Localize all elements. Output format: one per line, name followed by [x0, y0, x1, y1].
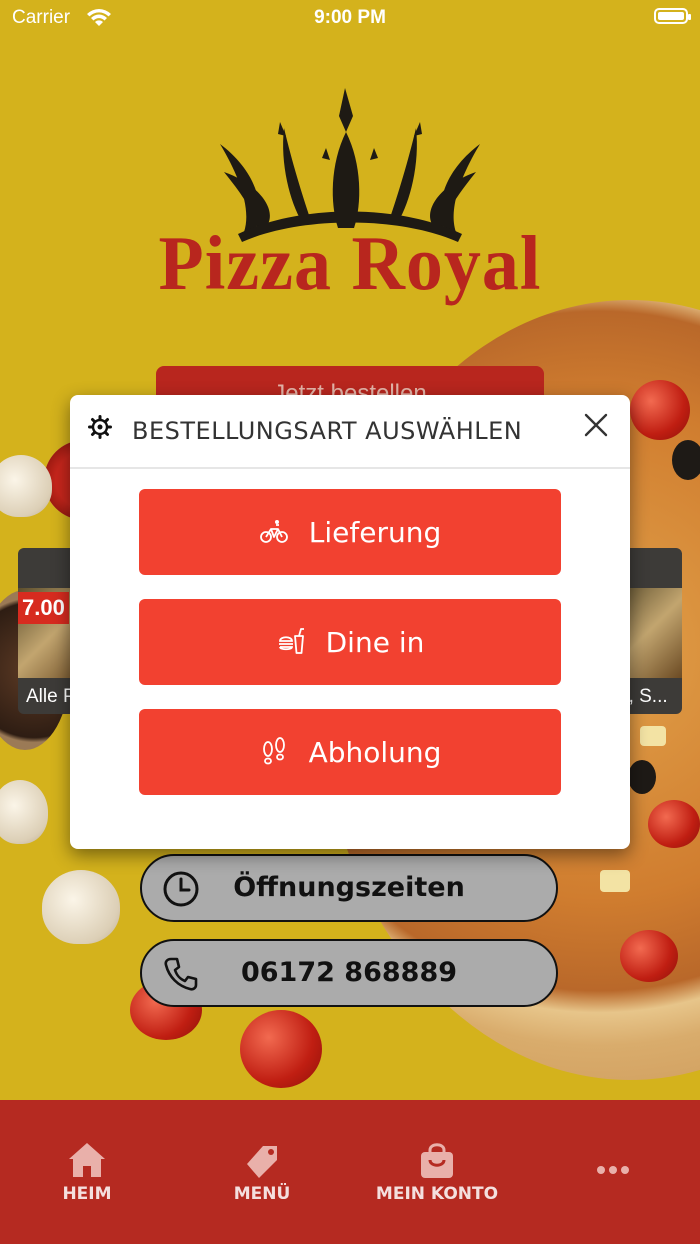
pickup-label: Abholung — [308, 735, 442, 769]
more-icon — [597, 1166, 629, 1174]
battery-icon — [654, 8, 691, 24]
status-bar: Carrier 9:00 PM — [0, 0, 700, 36]
dialog-header: BESTELLUNGSART AUSWÄHLEN — [70, 395, 630, 469]
tab-home[interactable]: HEIM — [17, 1140, 157, 1204]
bottom-tab-bar: HEIM MENÜ MEIN KONTO — [0, 1100, 700, 1244]
tab-menu[interactable]: MENÜ — [192, 1140, 332, 1204]
footsteps-icon — [262, 737, 285, 765]
dine-in-button[interactable]: Dine in — [139, 599, 561, 685]
opening-hours-button[interactable]: Öffnungszeiten — [140, 854, 558, 922]
dialog-title: BESTELLUNGSART AUSWÄHLEN — [132, 417, 523, 445]
tab-menu-label: MENÜ — [233, 1184, 291, 1204]
phone-button[interactable]: 06172 868889 — [140, 939, 558, 1007]
brand-name: Pizza Royal — [158, 220, 542, 308]
order-type-dialog: BESTELLUNGSART AUSWÄHLEN Lieferung Dine … — [70, 395, 630, 849]
close-icon[interactable] — [584, 413, 608, 437]
pickup-button[interactable]: Abholung — [139, 709, 561, 795]
gear-icon — [88, 415, 112, 439]
tab-my-account-label: MEIN KONTO — [375, 1184, 499, 1204]
burger-drink-icon — [278, 628, 304, 654]
dine-in-label: Dine in — [325, 625, 425, 659]
tab-home-label: HEIM — [62, 1184, 112, 1204]
home-icon — [69, 1143, 105, 1177]
phone-number: 06172 868889 — [240, 957, 458, 988]
tab-my-account[interactable]: MEIN KONTO — [367, 1140, 507, 1204]
clock: 9:00 PM — [314, 7, 386, 28]
opening-hours-label: Öffnungszeiten — [233, 872, 465, 903]
bicycle-icon — [259, 520, 288, 543]
tab-more[interactable] — [543, 1140, 683, 1184]
delivery-button[interactable]: Lieferung — [139, 489, 561, 575]
shopping-bag-icon — [421, 1143, 453, 1178]
tag-icon — [247, 1146, 277, 1178]
price-badge: 7.00 — [18, 592, 69, 624]
delivery-label: Lieferung — [308, 515, 442, 549]
